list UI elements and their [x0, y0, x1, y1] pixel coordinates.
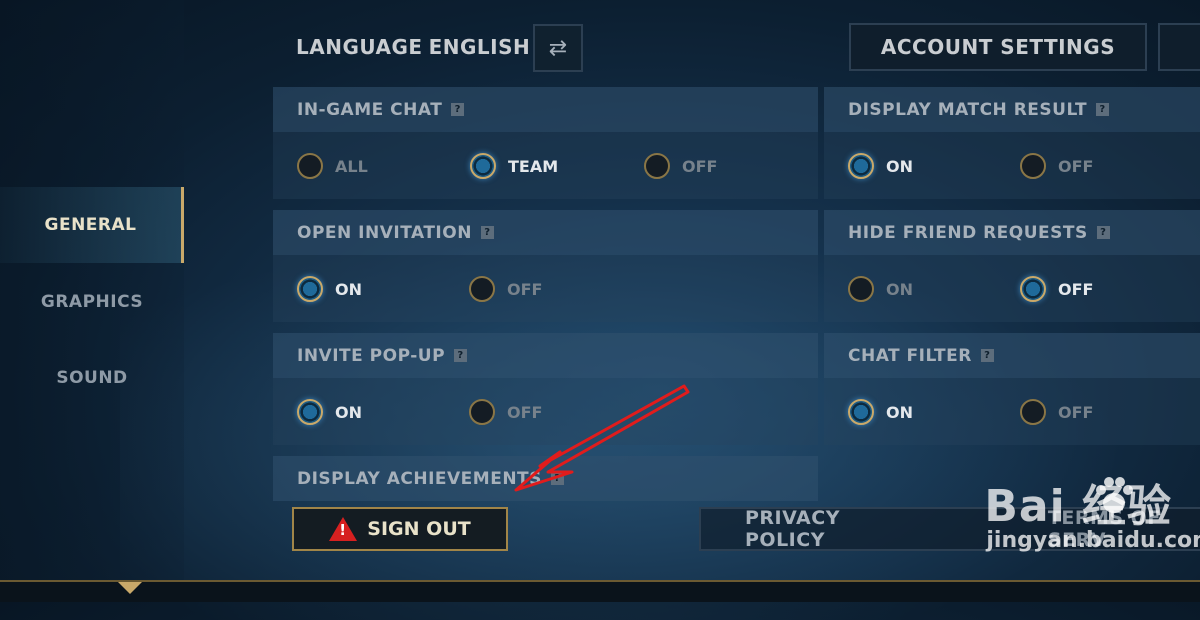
option-label: ON [886, 279, 913, 299]
radio-option-on[interactable]: ON [848, 399, 913, 425]
watermark-url: jingyan.baidu.com [986, 528, 1200, 553]
sidebar-item-graphics[interactable]: GRAPHICS [0, 264, 184, 340]
in-game-chat-card: IN-GAME CHAT? ALL TEAM OFF [273, 87, 818, 199]
help-icon[interactable]: ? [980, 349, 994, 362]
option-label: ON [335, 402, 362, 422]
display-achievements-title: DISPLAY ACHIEVEMENTS [297, 468, 542, 489]
option-label: OFF [682, 156, 718, 176]
radio-option-off[interactable]: OFF [469, 276, 542, 302]
radio-button[interactable] [1020, 399, 1046, 425]
hide-friend-requests-card: HIDE FRIEND REQUESTS? ON OFF [824, 210, 1200, 322]
radio-button[interactable] [1020, 153, 1046, 179]
radio-option-off[interactable]: OFF [1020, 399, 1093, 425]
account-settings-button[interactable]: ACCOUNT SETTINGS [849, 23, 1147, 71]
radio-option-on[interactable]: ON [848, 276, 913, 302]
option-label: ON [886, 402, 913, 422]
help-icon[interactable]: ? [480, 226, 494, 239]
chat-filter-title: CHAT FILTER [848, 345, 972, 366]
collapse-arrow-icon[interactable] [118, 582, 142, 594]
open-invitation-card: OPEN INVITATION? ON OFF [273, 210, 818, 322]
sidebar-item-general[interactable]: GENERAL [0, 187, 184, 263]
display-match-result-card: DISPLAY MATCH RESULT? ON OFF [824, 87, 1200, 199]
warning-icon: ! [329, 517, 358, 541]
radio-option-off[interactable]: OFF [1020, 153, 1093, 179]
language-swap-button[interactable]: ⇄ [533, 24, 583, 72]
radio-button[interactable] [848, 276, 874, 302]
option-label: ALL [335, 156, 368, 176]
help-icon[interactable]: ? [454, 349, 468, 362]
sign-out-button[interactable]: ! SIGN OUT [292, 507, 508, 551]
watermark-brand: Bai 经验 [984, 481, 1172, 532]
in-game-chat-title: IN-GAME CHAT [297, 99, 443, 120]
help-icon[interactable]: ? [550, 472, 564, 485]
radio-button-selected[interactable] [297, 276, 323, 302]
radio-button-selected[interactable] [848, 153, 874, 179]
language-label: LANGUAGE [296, 35, 423, 59]
radio-button[interactable] [469, 399, 495, 425]
radio-option-team[interactable]: TEAM [470, 153, 558, 179]
chat-filter-card: CHAT FILTER? ON OFF [824, 333, 1200, 445]
baidu-watermark: Bai 经验 jingyan.baidu.com [984, 470, 1200, 553]
option-label: ON [335, 279, 362, 299]
option-label: ON [886, 156, 913, 176]
help-icon[interactable]: ? [451, 103, 465, 116]
radio-button[interactable] [644, 153, 670, 179]
option-label: OFF [1058, 279, 1094, 299]
option-label: OFF [507, 402, 543, 422]
radio-option-off[interactable]: OFF [469, 399, 542, 425]
language-value: ENGLISH [428, 35, 531, 59]
radio-button-selected[interactable] [297, 399, 323, 425]
invite-popup-title: INVITE POP-UP [297, 345, 446, 366]
partial-header-button[interactable] [1158, 23, 1200, 71]
option-label: OFF [1058, 156, 1094, 176]
radio-button[interactable] [469, 276, 495, 302]
radio-option-on[interactable]: ON [297, 276, 362, 302]
paw-logo-icon [1096, 477, 1134, 513]
option-label: OFF [1058, 402, 1094, 422]
invite-popup-card: INVITE POP-UP? ON OFF [273, 333, 818, 445]
display-achievements-card: DISPLAY ACHIEVEMENTS? [273, 456, 818, 501]
radio-option-off[interactable]: OFF [1020, 276, 1093, 302]
language-setting: LANGUAGE ENGLISH [296, 30, 530, 64]
privacy-policy-label: PRIVACY POLICY [745, 507, 840, 551]
sidebar-item-sound[interactable]: SOUND [0, 340, 184, 416]
option-label: TEAM [508, 156, 559, 176]
radio-button-selected[interactable] [1020, 276, 1046, 302]
radio-button-selected[interactable] [848, 399, 874, 425]
radio-option-on[interactable]: ON [297, 399, 362, 425]
radio-button-selected[interactable] [470, 153, 496, 179]
radio-option-off[interactable]: OFF [644, 153, 717, 179]
radio-option-all[interactable]: ALL [297, 153, 368, 179]
open-invitation-title: OPEN INVITATION [297, 222, 472, 243]
help-icon[interactable]: ? [1096, 103, 1110, 116]
radio-option-on[interactable]: ON [848, 153, 913, 179]
swap-arrows-icon: ⇄ [548, 35, 568, 61]
sign-out-label: SIGN OUT [367, 518, 471, 540]
radio-button[interactable] [297, 153, 323, 179]
help-icon[interactable]: ? [1096, 226, 1110, 239]
settings-sidebar: GENERAL GRAPHICS SOUND [0, 0, 184, 580]
bottom-bar [0, 580, 1200, 602]
hide-friend-requests-title: HIDE FRIEND REQUESTS [848, 222, 1088, 243]
option-label: OFF [507, 279, 543, 299]
display-match-result-title: DISPLAY MATCH RESULT [848, 99, 1088, 120]
